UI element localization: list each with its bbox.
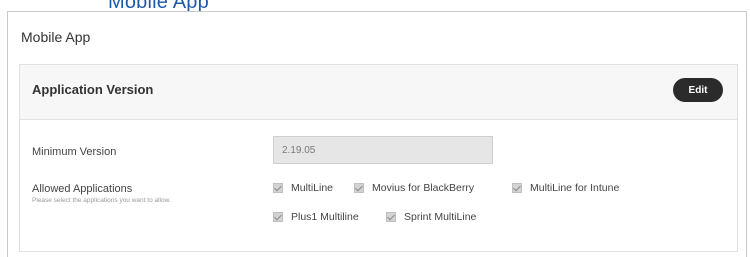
app-option-label: MultiLine [291,182,334,194]
minimum-version-input[interactable] [273,136,493,164]
checkbox-checked-icon[interactable] [273,212,283,222]
allowed-applications-label: Allowed Applications [32,183,133,195]
section-title: Mobile App [21,29,91,45]
edit-button[interactable]: Edit [673,78,723,102]
app-option-label: Plus1 Multiline [291,211,359,223]
checkbox-checked-icon[interactable] [354,183,364,193]
app-option-label: Movius for BlackBerry [372,182,475,194]
allowed-applications-helper: Please select the applications you want … [32,197,171,204]
app-option-label: MultiLine for Intune [530,182,620,194]
mobile-app-card: Mobile App Application Version Edit Mini… [7,11,747,257]
panel-title: Application Version [32,82,154,97]
app-option-movius-for-blackberry[interactable]: Movius for BlackBerry [354,182,474,194]
app-option-plus1-multiline[interactable]: Plus1 Multiline [273,211,359,223]
application-version-panel: Application Version Edit Minimum Version… [19,64,738,252]
app-option-label: Sprint MultiLine [404,211,477,223]
minimum-version-label: Minimum Version [32,146,117,158]
checkbox-checked-icon[interactable] [386,212,396,222]
app-option-multiline[interactable]: MultiLine [273,182,333,194]
checkbox-checked-icon[interactable] [273,183,283,193]
app-option-sprint-multiline[interactable]: Sprint MultiLine [386,211,476,223]
app-option-multiline-for-intune[interactable]: MultiLine for Intune [512,182,619,194]
panel-header: Application Version Edit [20,65,737,120]
checkbox-checked-icon[interactable] [512,183,522,193]
